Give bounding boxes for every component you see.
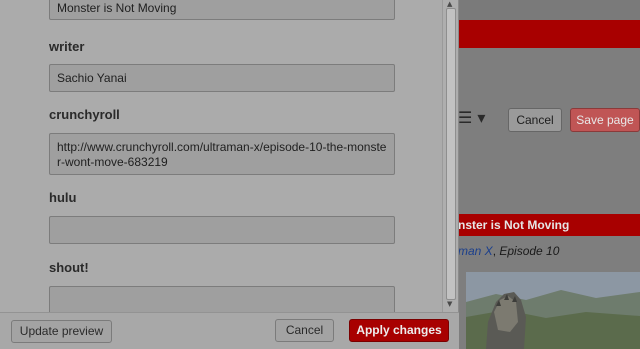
preview-subtitle: man X, Episode 10 — [458, 244, 560, 258]
crunchyroll-label: crunchyroll — [49, 107, 120, 122]
preview-episode: Episode 10 — [499, 244, 560, 258]
dialog-footer: Update preview Cancel Apply changes — [0, 312, 459, 349]
preview-series-link[interactable]: man X — [458, 244, 493, 258]
scroll-down-arrow-icon[interactable]: ▼ — [447, 300, 452, 308]
apply-changes-button[interactable]: Apply changes — [349, 319, 449, 342]
background-toolbar: ☰ ▾ Cancel Save page — [458, 100, 640, 140]
title-field[interactable]: Monster is Not Moving — [49, 0, 395, 20]
preview-title: nster is Not Moving — [456, 214, 640, 236]
preview-image — [466, 272, 640, 349]
scroll-up-arrow-icon[interactable]: ▲ — [447, 0, 452, 8]
update-preview-button[interactable]: Update preview — [11, 320, 112, 343]
crunchyroll-field[interactable]: http://www.crunchyroll.com/ultraman-x/ep… — [49, 133, 395, 175]
hulu-field[interactable] — [49, 216, 395, 244]
scrollbar-thumb[interactable] — [446, 8, 456, 300]
menu-dropdown-icon[interactable]: ☰ ▾ — [458, 110, 485, 126]
shout-label: shout! — [49, 260, 89, 275]
template-parameters-dialog: Monster is Not Moving writer Sachio Yana… — [0, 0, 459, 349]
article-preview: nster is Not Moving man X, Episode 10 — [456, 206, 640, 349]
cancel-button[interactable]: Cancel — [275, 319, 334, 342]
background-cancel-button[interactable]: Cancel — [508, 108, 562, 132]
dialog-scrollbar[interactable]: ▲ ▼ — [442, 0, 458, 312]
shout-field[interactable] — [49, 286, 395, 312]
writer-label: writer — [49, 39, 85, 54]
save-page-button[interactable]: Save page — [570, 108, 640, 132]
writer-field[interactable]: Sachio Yanai — [49, 64, 395, 92]
hulu-label: hulu — [49, 190, 77, 205]
dialog-form: Monster is Not Moving writer Sachio Yana… — [0, 0, 442, 312]
